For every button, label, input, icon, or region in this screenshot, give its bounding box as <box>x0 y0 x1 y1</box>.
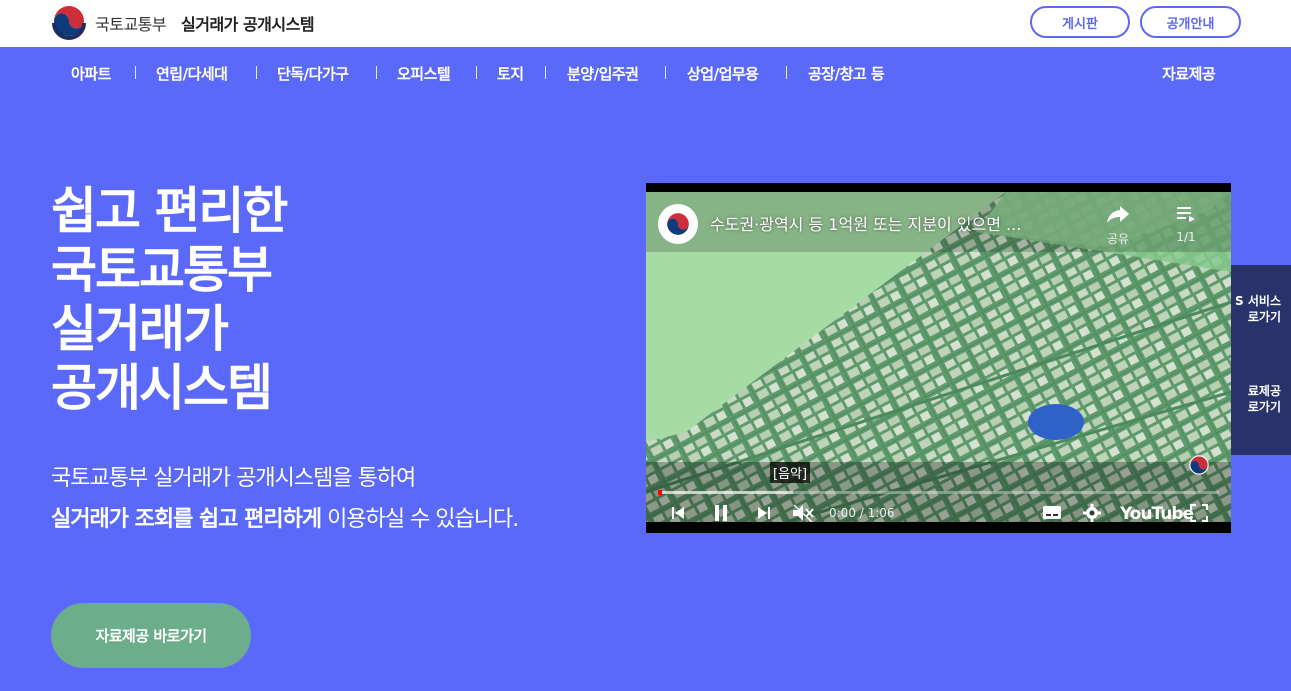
nav-item-factory-warehouse[interactable]: 공장/창고 등 <box>808 63 885 84</box>
hero-description-line2: 실거래가 조회를 쉽고 편리하게 이용하실 수 있습니다. <box>51 501 519 533</box>
ministry-name: 국토교통부 <box>95 15 167 34</box>
progress-bar[interactable] <box>658 490 1219 495</box>
nav-item-apartment[interactable]: 아파트 <box>71 63 111 84</box>
nav-separator <box>545 66 546 79</box>
main-nav: 아파트 연립/다세대 단독/다가구 오피스텔 토지 분양/입주권 상업/업무용 … <box>0 47 1291 97</box>
share-icon <box>1107 206 1129 223</box>
progress-playhead[interactable] <box>658 490 662 495</box>
nav-item-data-provision[interactable]: 자료제공 <box>1162 63 1216 84</box>
fullscreen-icon <box>1190 504 1208 522</box>
volume-muted-icon <box>793 504 814 522</box>
quick-link-data-line1: 료제공 <box>1247 384 1281 398</box>
nav-item-commercial[interactable]: 상업/업무용 <box>687 63 759 84</box>
share-button[interactable]: 공유 <box>1103 204 1133 247</box>
fullscreen-button[interactable] <box>1187 500 1211 522</box>
channel-watermark-icon[interactable] <box>1188 454 1210 476</box>
nav-item-presale-rights[interactable]: 분양/입주권 <box>567 63 639 84</box>
youtube-video-player[interactable]: 수도권·광역시 등 1억원 또는 지분이 있으면 ... 공유 1/1 [음악] <box>646 183 1231 533</box>
taegeuk-channel-icon <box>667 213 689 235</box>
disclosure-guide-button[interactable]: 공개안내 <box>1140 6 1241 38</box>
subtitles-icon <box>1043 506 1061 519</box>
playlist-icon <box>1177 207 1195 222</box>
mute-button[interactable] <box>790 500 816 522</box>
playlist-count: 1/1 <box>1176 230 1196 244</box>
nav-separator <box>256 66 257 79</box>
nav-separator <box>786 66 787 79</box>
pause-icon <box>715 505 727 521</box>
nav-item-officetel[interactable]: 오피스텔 <box>397 63 451 84</box>
hero-description-rest: 이용하실 수 있습니다. <box>321 507 519 532</box>
settings-button[interactable] <box>1080 500 1104 522</box>
aerial-map-thumbnail <box>646 192 1231 522</box>
share-label: 공유 <box>1106 232 1130 246</box>
nav-separator <box>476 66 477 79</box>
playlist-button[interactable]: 1/1 <box>1171 204 1201 244</box>
hero-title-line: 국토교통부 <box>51 241 273 299</box>
video-time: 0:00 / 1:06 <box>829 506 895 520</box>
quick-link-service-line2: 로가기 <box>1247 310 1281 324</box>
nav-item-row-house[interactable]: 연립/다세대 <box>156 63 228 84</box>
video-title[interactable]: 수도권·광역시 등 1억원 또는 지분이 있으면 ... <box>710 211 1021 235</box>
quick-link-service-line1: S 서비스 <box>1235 294 1281 308</box>
nav-separator <box>376 66 377 79</box>
hero-description-bold: 실거래가 조회를 쉽고 편리하게 <box>51 507 322 532</box>
caption-text: [음악] <box>770 462 811 483</box>
channel-avatar[interactable] <box>658 204 698 244</box>
nav-separator <box>665 66 666 79</box>
quick-link-data-provision[interactable]: 료제공 로가기 <box>1248 383 1281 415</box>
pause-button[interactable] <box>708 500 734 522</box>
subtitles-button[interactable] <box>1040 500 1064 522</box>
board-button[interactable]: 게시판 <box>1030 6 1130 38</box>
youtube-logo[interactable]: YouTube <box>1120 504 1194 522</box>
nav-item-detached-house[interactable]: 단독/다가구 <box>277 63 349 84</box>
skip-next-icon <box>758 507 770 519</box>
hero-description-line1: 국토교통부 실거래가 공개시스템을 통하여 <box>51 466 416 491</box>
quick-link-service[interactable]: S 서비스 로가기 <box>1235 293 1281 325</box>
hero-title-line: 실거래가 <box>51 300 229 358</box>
progress-loaded <box>658 491 793 494</box>
next-button[interactable] <box>752 500 776 522</box>
nav-item-land[interactable]: 토지 <box>497 63 524 84</box>
previous-button[interactable] <box>666 500 690 522</box>
hero-title-line: 공개시스템 <box>51 359 273 417</box>
taegeuk-logo-icon[interactable] <box>51 5 87 41</box>
quick-link-panel: S 서비스 로가기 료제공 로가기 <box>1231 265 1291 455</box>
video-frame[interactable]: 수도권·광역시 등 1억원 또는 지분이 있으면 ... 공유 1/1 [음악] <box>646 192 1231 522</box>
hero-title-line: 쉽고 편리한 <box>51 182 288 240</box>
top-header: 국토교통부 실거래가 공개시스템 게시판 공개안내 <box>0 0 1291 47</box>
gear-icon <box>1083 504 1101 522</box>
skip-previous-icon <box>672 507 684 519</box>
site-title[interactable]: 실거래가 공개시스템 <box>181 11 315 35</box>
data-provision-cta-button[interactable]: 자료제공 바로가기 <box>51 603 251 668</box>
quick-link-data-line2: 로가기 <box>1247 400 1281 414</box>
hero-title: 쉽고 편리한 국토교통부 실거래가 공개시스템 <box>51 182 288 418</box>
nav-separator <box>135 66 136 79</box>
